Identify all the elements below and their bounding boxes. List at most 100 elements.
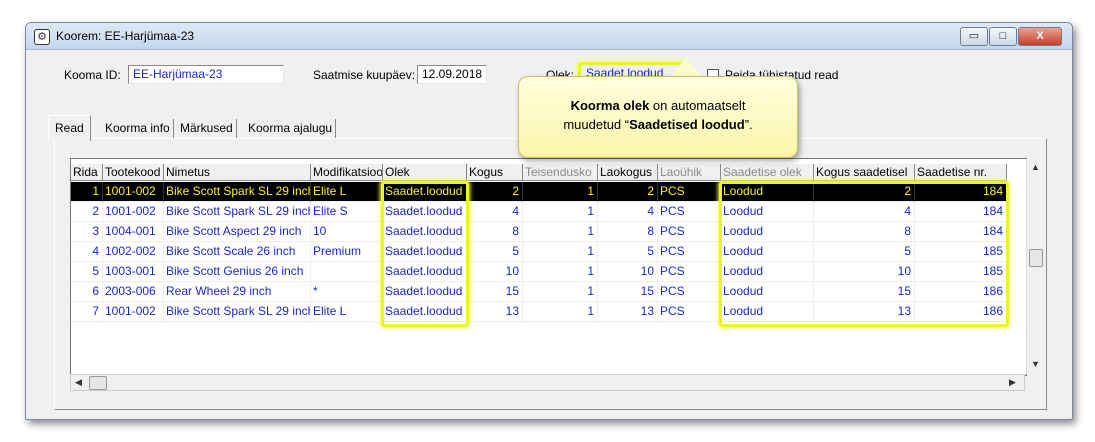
cell-saadetise-nr[interactable]: 184 [915, 222, 1007, 242]
cell-saadetise-nr[interactable]: 184 [915, 182, 1007, 202]
cell-olek[interactable]: Saadet.loodud [383, 222, 467, 242]
cell-teisendus[interactable]: 1 [523, 262, 598, 282]
cell-modifikatsioon[interactable]: Premium [311, 242, 383, 262]
col-saadetise-nr[interactable]: Saadetise nr. [915, 164, 1007, 181]
cell-saadetise-nr[interactable]: 186 [915, 282, 1007, 302]
cell-nimetus[interactable]: Bike Scott Aspect 29 inch [164, 222, 311, 242]
cell-rida[interactable]: 3 [71, 222, 103, 242]
scroll-right-arrow-icon[interactable]: ▶ [1009, 377, 1016, 388]
cell-modifikatsioon[interactable]: 10 [311, 222, 383, 242]
cell-laokogus[interactable]: 5 [598, 242, 658, 262]
cell-rida[interactable]: 7 [71, 302, 103, 322]
cell-laouhik[interactable]: PCS [658, 202, 721, 222]
ship-date-field[interactable]: 12.09.2018 [417, 65, 487, 84]
cell-teisendus[interactable]: 1 [523, 282, 598, 302]
cell-saadetise-olek[interactable]: Loodud [721, 262, 814, 282]
col-modifikatsioon[interactable]: Modifikatsioon [311, 164, 383, 181]
scroll-up-arrow-icon[interactable]: ▲ [1031, 162, 1040, 172]
cell-rida[interactable]: 6 [71, 282, 103, 302]
cell-tootekood[interactable]: 1001-002 [103, 302, 164, 322]
cell-tootekood[interactable]: 1001-002 [103, 182, 164, 202]
cell-nimetus[interactable]: Bike Scott Scale 26 inch [164, 242, 311, 262]
horizontal-scroll-thumb[interactable] [89, 376, 107, 390]
cell-teisendus[interactable]: 1 [523, 182, 598, 202]
table-row[interactable]: 5 1003-001 Bike Scott Genius 26 inch Saadet… [71, 262, 1007, 282]
cell-olek[interactable]: Saadet.loodud [383, 242, 467, 262]
cell-nimetus[interactable]: Bike Scott Spark SL 29 inch [164, 302, 311, 322]
cell-laokogus[interactable]: 4 [598, 202, 658, 222]
cell-saadetise-olek[interactable]: Loodud [721, 202, 814, 222]
cell-saadetise-olek[interactable]: Loodud [721, 182, 814, 202]
cell-kogus-saadetisel[interactable]: 10 [814, 262, 915, 282]
cell-modifikatsioon[interactable]: Elite L [311, 182, 383, 202]
col-rida[interactable]: Rida [71, 164, 103, 181]
cell-laouhik[interactable]: PCS [658, 182, 721, 202]
cell-nimetus[interactable]: Bike Scott Spark SL 29 inch [164, 182, 311, 202]
col-laouhik[interactable]: Laoühik [658, 164, 721, 181]
cell-teisendus[interactable]: 1 [523, 222, 598, 242]
cell-tootekood[interactable]: 1002-002 [103, 242, 164, 262]
lines-grid[interactable]: Rida Tootekood Nimetus Modifikatsioon Ol… [70, 158, 1027, 376]
scroll-down-arrow-icon[interactable]: ▼ [1031, 359, 1040, 369]
cell-kogus[interactable]: 5 [467, 242, 523, 262]
cell-saadetise-nr[interactable]: 185 [915, 262, 1007, 282]
cell-modifikatsioon[interactable]: Elite S [311, 202, 383, 222]
load-id-field[interactable]: EE-Harjümaa-23 [128, 65, 284, 84]
cell-modifikatsioon[interactable]: Elite L [311, 302, 383, 322]
cell-kogus-saadetisel[interactable]: 8 [814, 222, 915, 242]
cell-nimetus[interactable]: Rear Wheel 29 inch [164, 282, 311, 302]
tab-read[interactable]: Read [48, 115, 91, 141]
table-row[interactable]: 3 1004-001 Bike Scott Aspect 29 inch 10 Saad… [71, 222, 1007, 242]
cell-modifikatsioon[interactable] [311, 262, 383, 282]
table-row[interactable]: 7 1001-002 Bike Scott Spark SL 29 inch Elit… [71, 302, 1007, 322]
scroll-left-arrow-icon[interactable]: ◀ [75, 377, 82, 388]
cell-laokogus[interactable]: 2 [598, 182, 658, 202]
cell-laouhik[interactable]: PCS [658, 222, 721, 242]
table-row[interactable]: 6 2003-006 Rear Wheel 29 inch * Saadet.loodu… [71, 282, 1007, 302]
cell-kogus[interactable]: 13 [467, 302, 523, 322]
cell-nimetus[interactable]: Bike Scott Genius 26 inch [164, 262, 311, 282]
horizontal-scrollbar[interactable]: ◀ ▶ [70, 374, 1025, 391]
col-olek[interactable]: Olek [383, 164, 467, 181]
cell-tootekood[interactable]: 1004-001 [103, 222, 164, 242]
cell-rida[interactable]: 1 [71, 182, 103, 202]
tab-koorma-ajalugu[interactable]: Koorma ajalugu [245, 119, 337, 139]
cell-rida[interactable]: 5 [71, 262, 103, 282]
cell-saadetise-olek[interactable]: Loodud [721, 222, 814, 242]
cell-laouhik[interactable]: PCS [658, 242, 721, 262]
cell-olek[interactable]: Saadet.loodud [383, 202, 467, 222]
cell-teisendus[interactable]: 1 [523, 202, 598, 222]
cell-saadetise-olek[interactable]: Loodud [721, 302, 814, 322]
cell-kogus[interactable]: 10 [467, 262, 523, 282]
cell-laokogus[interactable]: 8 [598, 222, 658, 242]
restore-button[interactable]: □ [989, 27, 1017, 46]
cell-saadetise-nr[interactable]: 186 [915, 302, 1007, 322]
cell-laouhik[interactable]: PCS [658, 262, 721, 282]
cell-kogus[interactable]: 4 [467, 202, 523, 222]
cell-laokogus[interactable]: 10 [598, 262, 658, 282]
cell-olek[interactable]: Saadet.loodud [383, 182, 467, 202]
cell-kogus-saadetisel[interactable]: 15 [814, 282, 915, 302]
cell-kogus-saadetisel[interactable]: 2 [814, 182, 915, 202]
cell-olek[interactable]: Saadet.loodud [383, 262, 467, 282]
cell-laokogus[interactable]: 13 [598, 302, 658, 322]
cell-laokogus[interactable]: 15 [598, 282, 658, 302]
cell-tootekood[interactable]: 1003-001 [103, 262, 164, 282]
cell-olek[interactable]: Saadet.loodud [383, 302, 467, 322]
table-row[interactable]: 1 1001-002 Bike Scott Spark SL 29 inch Elit… [71, 182, 1007, 202]
cell-kogus-saadetisel[interactable]: 4 [814, 202, 915, 222]
cell-rida[interactable]: 2 [71, 202, 103, 222]
col-kogus-saadetisel[interactable]: Kogus saadetisel [814, 164, 915, 181]
cell-saadetise-nr[interactable]: 184 [915, 202, 1007, 222]
minimize-button[interactable]: ▭ [960, 27, 988, 46]
cell-kogus[interactable]: 2 [467, 182, 523, 202]
cell-saadetise-olek[interactable]: Loodud [721, 282, 814, 302]
cell-teisendus[interactable]: 1 [523, 242, 598, 262]
vertical-scroll-thumb[interactable] [1029, 249, 1043, 267]
cell-kogus[interactable]: 8 [467, 222, 523, 242]
cell-teisendus[interactable]: 1 [523, 302, 598, 322]
cell-laouhik[interactable]: PCS [658, 282, 721, 302]
table-row[interactable]: 4 1002-002 Bike Scott Scale 26 inch Premium… [71, 242, 1007, 262]
cell-kogus[interactable]: 15 [467, 282, 523, 302]
cell-saadetise-nr[interactable]: 185 [915, 242, 1007, 262]
